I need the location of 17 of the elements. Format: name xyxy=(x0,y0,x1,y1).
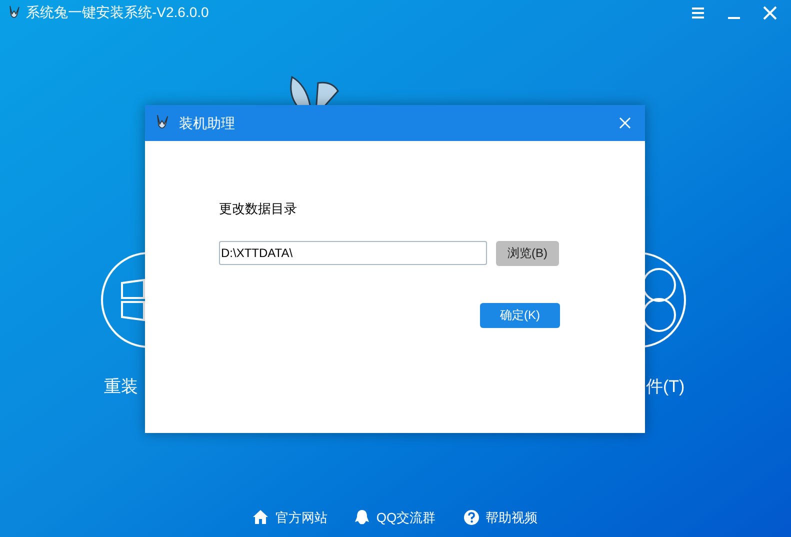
field-label: 更改数据目录 xyxy=(219,200,298,218)
footer-link[interactable]: 帮助视频 xyxy=(464,508,538,527)
footer-link[interactable]: QQ交流群 xyxy=(355,508,436,527)
penguin-icon xyxy=(355,510,370,525)
dialog-title: 装机助理 xyxy=(179,114,235,132)
path-input-field[interactable]: D:\XTTDATA\ xyxy=(219,241,487,265)
option-label: 重装 xyxy=(104,376,138,398)
close-icon[interactable] xyxy=(619,117,631,129)
browse-button[interactable]: 浏览(B) xyxy=(496,240,559,266)
close-icon[interactable] xyxy=(763,6,777,20)
option-label: 件(T) xyxy=(646,376,685,398)
window-title: 系统兔一键安装系统-V2.6.0.0 xyxy=(26,3,209,22)
home-icon xyxy=(253,510,268,524)
help-icon xyxy=(464,510,479,525)
menu-icon[interactable] xyxy=(691,6,705,18)
footer-link[interactable]: 官方网站 xyxy=(253,508,328,527)
confirm-button[interactable]: 确定(K) xyxy=(480,302,560,328)
